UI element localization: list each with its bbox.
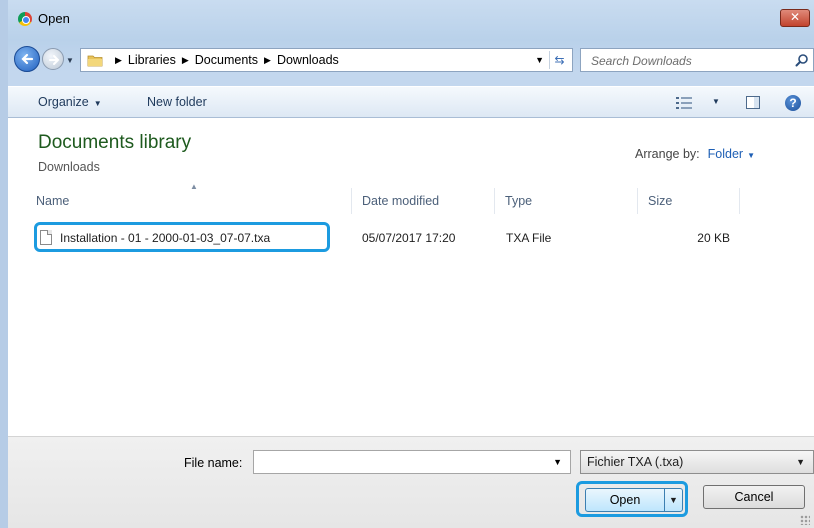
cancel-button[interactable]: Cancel xyxy=(703,485,805,509)
table-row[interactable]: Installation - 01 - 2000-01-03_07-07.txa… xyxy=(26,222,796,252)
file-icon xyxy=(40,230,52,245)
open-dialog: Open ✕ ▼ ▶ Libraries ▶ Documents ▶ Downl… xyxy=(0,0,814,528)
address-dropdown-icon[interactable]: ▼ xyxy=(535,55,544,65)
file-name-dropdown-icon[interactable]: ▼ xyxy=(553,457,562,467)
file-name-label: File name: xyxy=(184,456,243,470)
preview-pane-icon[interactable] xyxy=(746,96,760,109)
back-button[interactable] xyxy=(14,46,40,72)
open-options-dropdown-icon[interactable]: ▼ xyxy=(664,489,682,511)
file-type-select[interactable]: Fichier TXA (.txa) ▼ xyxy=(580,450,814,474)
back-arrow-icon xyxy=(21,53,34,65)
forward-arrow-icon xyxy=(49,55,60,65)
refresh-icon[interactable]: ⇆ xyxy=(549,51,569,69)
organize-caret-icon: ▼ xyxy=(93,99,102,108)
file-size: 20 KB xyxy=(697,231,730,245)
breadcrumb-documents[interactable]: Documents xyxy=(195,53,258,67)
arrange-caret-icon: ▼ xyxy=(747,151,755,160)
view-options-icon[interactable] xyxy=(676,97,692,109)
column-header-name[interactable]: Name xyxy=(26,188,352,214)
column-header-type[interactable]: Type xyxy=(495,188,638,214)
organize-label: Organize xyxy=(38,95,89,109)
open-button[interactable]: Open ▼ xyxy=(585,488,683,512)
arrange-by: Arrange by: Folder ▼ xyxy=(635,147,755,161)
address-bar[interactable]: ▶ Libraries ▶ Documents ▶ Downloads ▼ ⇆ xyxy=(80,48,573,72)
navigation-row: ▼ ▶ Libraries ▶ Documents ▶ Downloads ▼ … xyxy=(8,46,814,74)
folder-icon xyxy=(87,55,103,67)
file-date-modified: 05/07/2017 17:20 xyxy=(362,231,456,245)
breadcrumb-libraries[interactable]: Libraries xyxy=(128,53,176,67)
column-headers: ▲ Name Date modified Type Size xyxy=(26,182,796,214)
chrome-icon xyxy=(18,12,32,26)
breadcrumb-separator-icon[interactable]: ▶ xyxy=(182,55,189,66)
forward-button[interactable] xyxy=(42,48,64,70)
file-list-pane: Documents library Downloads Arrange by: F… xyxy=(8,118,814,436)
arrange-value: Folder xyxy=(707,147,744,161)
search-placeholder: Search Downloads xyxy=(591,54,692,68)
chevron-down-icon: ▼ xyxy=(796,457,805,467)
organize-button[interactable]: Organize ▼ xyxy=(38,95,102,109)
title-bar: Open ✕ xyxy=(8,0,814,36)
column-header-size[interactable]: Size xyxy=(638,188,740,214)
open-button-label[interactable]: Open xyxy=(586,489,664,511)
arrange-by-dropdown[interactable]: Folder ▼ xyxy=(708,147,755,161)
dialog-footer: File name: ▼ Fichier TXA (.txa) ▼ Open ▼… xyxy=(8,436,814,528)
file-type-value: Fichier TXA (.txa) xyxy=(587,455,684,469)
resize-grip-icon[interactable] xyxy=(800,515,810,525)
search-icon[interactable] xyxy=(795,53,809,67)
command-toolbar: Organize ▼ New folder ▼ ? xyxy=(8,86,814,118)
close-button[interactable]: ✕ xyxy=(780,9,810,27)
breadcrumb-separator-icon[interactable]: ▶ xyxy=(264,55,271,66)
file-type: TXA File xyxy=(506,231,552,245)
new-folder-button[interactable]: New folder xyxy=(147,95,207,109)
library-title: Documents library xyxy=(38,132,192,153)
help-icon[interactable]: ? xyxy=(785,95,801,111)
window-title: Open xyxy=(38,11,70,26)
breadcrumb-separator-icon[interactable]: ▶ xyxy=(115,55,122,66)
library-subtitle: Downloads xyxy=(38,160,100,174)
arrange-label: Arrange by: xyxy=(635,147,700,161)
file-name[interactable]: Installation - 01 - 2000-01-03_07-07.txa xyxy=(60,226,270,250)
highlight-box: Open ▼ xyxy=(576,481,688,517)
view-dropdown-icon[interactable]: ▼ xyxy=(712,97,720,106)
breadcrumb-downloads[interactable]: Downloads xyxy=(277,53,339,67)
recent-pages-dropdown-icon[interactable]: ▼ xyxy=(66,56,74,65)
search-input[interactable]: Search Downloads xyxy=(580,48,814,72)
file-name-input[interactable]: ▼ xyxy=(253,450,571,474)
breadcrumb: ▶ Libraries ▶ Documents ▶ Downloads xyxy=(109,53,339,67)
column-header-date-modified[interactable]: Date modified xyxy=(352,188,495,214)
